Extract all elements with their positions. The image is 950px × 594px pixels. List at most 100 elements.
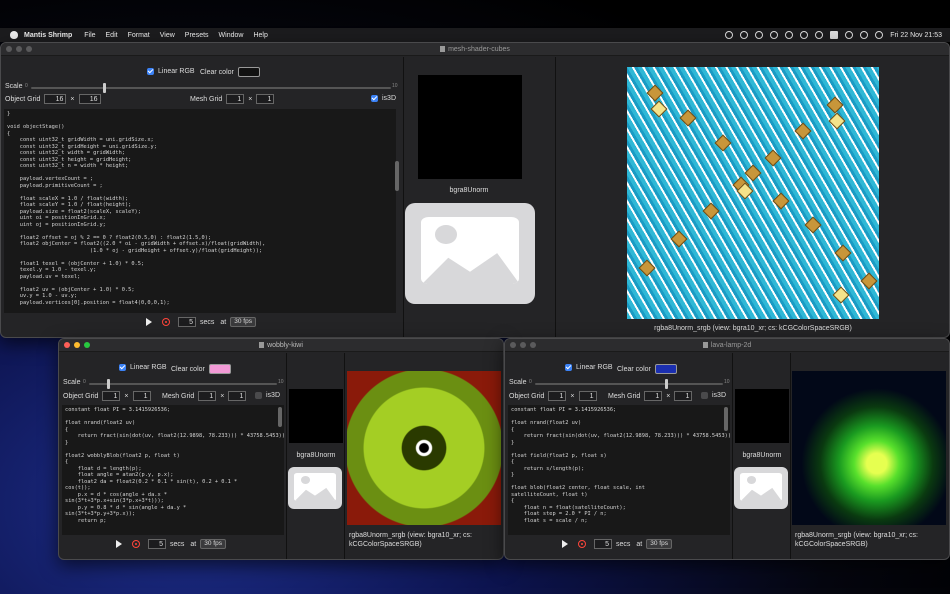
scale-label: Scale — [63, 379, 81, 386]
menu-help[interactable]: Help — [253, 32, 267, 39]
is3d-checkbox[interactable] — [371, 95, 378, 102]
image-placeholder-icon — [734, 467, 788, 509]
zoom-button[interactable] — [530, 342, 536, 348]
menu-clock[interactable]: Fri 22 Nov 21:53 — [890, 32, 942, 39]
fps-popup[interactable]: 30 fps — [200, 539, 226, 549]
close-button[interactable] — [6, 46, 12, 52]
cube — [804, 216, 822, 234]
zoom-button[interactable] — [26, 46, 32, 52]
menu-presets[interactable]: Presets — [185, 32, 209, 39]
search-icon[interactable] — [860, 31, 869, 39]
battery-status-icon[interactable] — [815, 31, 824, 39]
shader-code-editor[interactable]: } void objectStage() { const uint32_t gr… — [4, 109, 396, 313]
object-grid-y-field[interactable]: 16 — [78, 94, 101, 104]
status-icon-2[interactable] — [740, 31, 749, 39]
cube — [638, 259, 656, 277]
record-button[interactable] — [132, 540, 140, 548]
menu-view[interactable]: View — [160, 32, 175, 39]
record-button[interactable] — [162, 318, 170, 326]
fps-popup[interactable]: 30 fps — [646, 539, 672, 549]
play-status-icon[interactable] — [785, 31, 794, 39]
object-grid-y-field[interactable]: 1 — [578, 391, 597, 401]
keyboard-input-icon[interactable] — [830, 31, 839, 39]
code-scrollbar[interactable] — [395, 161, 399, 191]
code-scrollbar[interactable] — [278, 407, 282, 427]
menu-format[interactable]: Format — [128, 32, 150, 39]
close-button[interactable] — [64, 342, 70, 348]
render-preview-cubes — [627, 67, 879, 319]
status-icon-1[interactable] — [725, 31, 734, 39]
fps-popup[interactable]: 30 fps — [230, 317, 256, 327]
code-scrollbar[interactable] — [724, 407, 728, 431]
title-bar[interactable]: mesh-shader-cubes — [1, 43, 949, 56]
duration-field[interactable]: 5 — [148, 539, 166, 549]
mesh-grid-y-field[interactable]: 1 — [228, 391, 247, 401]
split-divider[interactable] — [403, 57, 404, 337]
linear-rgb-checkbox[interactable] — [147, 68, 154, 75]
object-grid-label: Object Grid — [509, 392, 545, 400]
clear-color-well[interactable] — [208, 364, 231, 374]
menu-file[interactable]: File — [84, 32, 95, 39]
split-divider[interactable] — [555, 57, 556, 337]
record-button[interactable] — [578, 540, 586, 548]
mesh-grid-x-field[interactable]: 1 — [198, 391, 217, 401]
clear-color-well[interactable] — [654, 364, 677, 374]
play-button[interactable] — [116, 540, 122, 548]
object-grid-label: Object Grid — [5, 95, 41, 103]
is3d-checkbox[interactable] — [255, 392, 262, 399]
menu-app-name[interactable]: Mantis Shrimp — [24, 32, 72, 39]
mesh-grid-label: Mesh Grid — [608, 392, 641, 400]
scale-slider-knob[interactable] — [103, 83, 106, 93]
shader-code-editor[interactable]: constant float PI = 3.1415926536; float … — [62, 405, 284, 535]
zoom-button[interactable] — [84, 342, 90, 348]
cube — [834, 244, 852, 262]
split-divider[interactable] — [344, 353, 345, 559]
secs-label: secs — [200, 318, 215, 326]
mesh-grid-y-field[interactable]: 1 — [256, 94, 275, 104]
apple-menu-icon[interactable] — [10, 31, 18, 39]
minimize-button[interactable] — [74, 342, 80, 348]
title-bar[interactable]: wobbly-kiwi — [59, 339, 503, 352]
duration-field[interactable]: 5 — [178, 317, 196, 327]
control-center-icon[interactable] — [875, 31, 884, 39]
status-icon-4[interactable] — [770, 31, 779, 39]
minimize-button[interactable] — [16, 46, 22, 52]
cube — [679, 109, 697, 127]
status-icon-3[interactable] — [755, 31, 764, 39]
mesh-grid-x-field[interactable]: 1 — [644, 391, 663, 401]
times-sign: × — [570, 392, 575, 400]
duration-field[interactable]: 5 — [594, 539, 612, 549]
cube — [744, 164, 762, 182]
object-grid-x-field[interactable]: 16 — [44, 94, 67, 104]
add-status-icon[interactable] — [800, 31, 809, 39]
play-button[interactable] — [146, 318, 152, 326]
window-title: wobbly-kiwi — [267, 342, 303, 349]
minimize-button[interactable] — [520, 342, 526, 348]
scale-slider[interactable] — [31, 83, 391, 93]
menu-edit[interactable]: Edit — [106, 32, 118, 39]
is3d-checkbox[interactable] — [701, 392, 708, 399]
shader-code-editor[interactable]: constant float PI = 3.1415926536; float … — [508, 405, 730, 535]
scale-slider[interactable] — [89, 379, 277, 389]
scale-slider-knob[interactable] — [665, 379, 668, 389]
object-grid-label: Object Grid — [63, 392, 99, 400]
clear-color-well[interactable] — [237, 67, 260, 77]
title-bar[interactable]: lava-lamp-2d — [505, 339, 949, 352]
play-button[interactable] — [562, 540, 568, 548]
secs-label: secs — [616, 540, 631, 548]
scale-slider-knob[interactable] — [107, 379, 110, 389]
close-button[interactable] — [510, 342, 516, 348]
object-grid-x-field[interactable]: 1 — [102, 391, 121, 401]
bgra8unorm-thumbnail — [735, 389, 789, 443]
mesh-grid-y-field[interactable]: 1 — [674, 391, 693, 401]
split-divider[interactable] — [790, 353, 791, 559]
object-grid-x-field[interactable]: 1 — [548, 391, 567, 401]
scale-slider[interactable] — [535, 379, 723, 389]
wifi-icon[interactable] — [845, 31, 854, 39]
linear-rgb-checkbox[interactable] — [565, 364, 572, 371]
object-grid-y-field[interactable]: 1 — [132, 391, 151, 401]
mesh-grid-x-field[interactable]: 1 — [226, 94, 245, 104]
times-sign: × — [220, 392, 225, 400]
linear-rgb-checkbox[interactable] — [119, 364, 126, 371]
menu-window[interactable]: Window — [219, 32, 244, 39]
